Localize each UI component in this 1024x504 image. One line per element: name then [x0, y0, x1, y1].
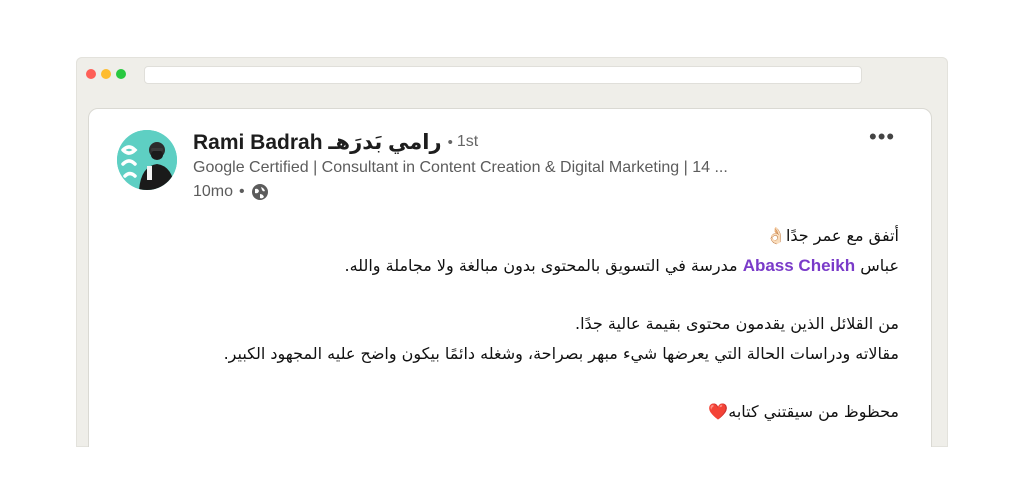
separator-dot: • [239, 183, 245, 200]
globe-icon [251, 184, 268, 200]
mention-link[interactable]: Abass Cheikh [743, 256, 855, 275]
maximize-window-button[interactable] [116, 69, 126, 79]
minimize-window-button[interactable] [101, 69, 111, 79]
post-meta: 10mo • [193, 182, 269, 202]
post-line: مقالاته ودراسات الحالة التي يعرضها شيء م… [223, 344, 899, 363]
post-line: محظوظ من سيقتني كتابه❤️ [139, 397, 899, 427]
avatar-image [117, 130, 177, 190]
author-name[interactable]: Rami Badrah رامي بَدرَهـ [193, 130, 442, 155]
post-text: محظوظ من سيقتني كتابه [728, 402, 899, 421]
post-body: أتفق مع عمر جدًا👌🏻 عباس Abass Cheikh مدر… [139, 221, 899, 427]
post-line: أتفق مع عمر جدًا👌🏻 [766, 226, 899, 245]
post-time: 10mo [193, 183, 234, 200]
post-text: مدرسة في التسويق بالمحتوى بدون مبالغة ول… [344, 256, 743, 275]
heart-icon: ❤️ [708, 402, 729, 421]
more-options-icon[interactable]: ••• [869, 126, 895, 148]
avatar[interactable] [117, 130, 177, 190]
post-line: عباس Abass Cheikh مدرسة في التسويق بالمح… [139, 251, 899, 281]
author-headline: Google Certified | Consultant in Content… [193, 159, 728, 176]
post-card: Rami Badrah رامي بَدرَهـ • 1st Google Ce… [88, 108, 932, 447]
browser-window: Rami Badrah رامي بَدرَهـ • 1st Google Ce… [76, 57, 948, 447]
close-window-button[interactable] [86, 69, 96, 79]
connection-degree: 1st [456, 133, 479, 150]
author-line: Rami Badrah رامي بَدرَهـ • 1st [193, 128, 478, 156]
post-line: من القلائل الذين يقدمون محتوى بقيمة عالي… [574, 314, 899, 333]
post-text: عباس [855, 256, 899, 275]
address-bar[interactable] [144, 66, 862, 84]
separator-dot: • [447, 133, 453, 151]
browser-titlebar [76, 57, 948, 91]
